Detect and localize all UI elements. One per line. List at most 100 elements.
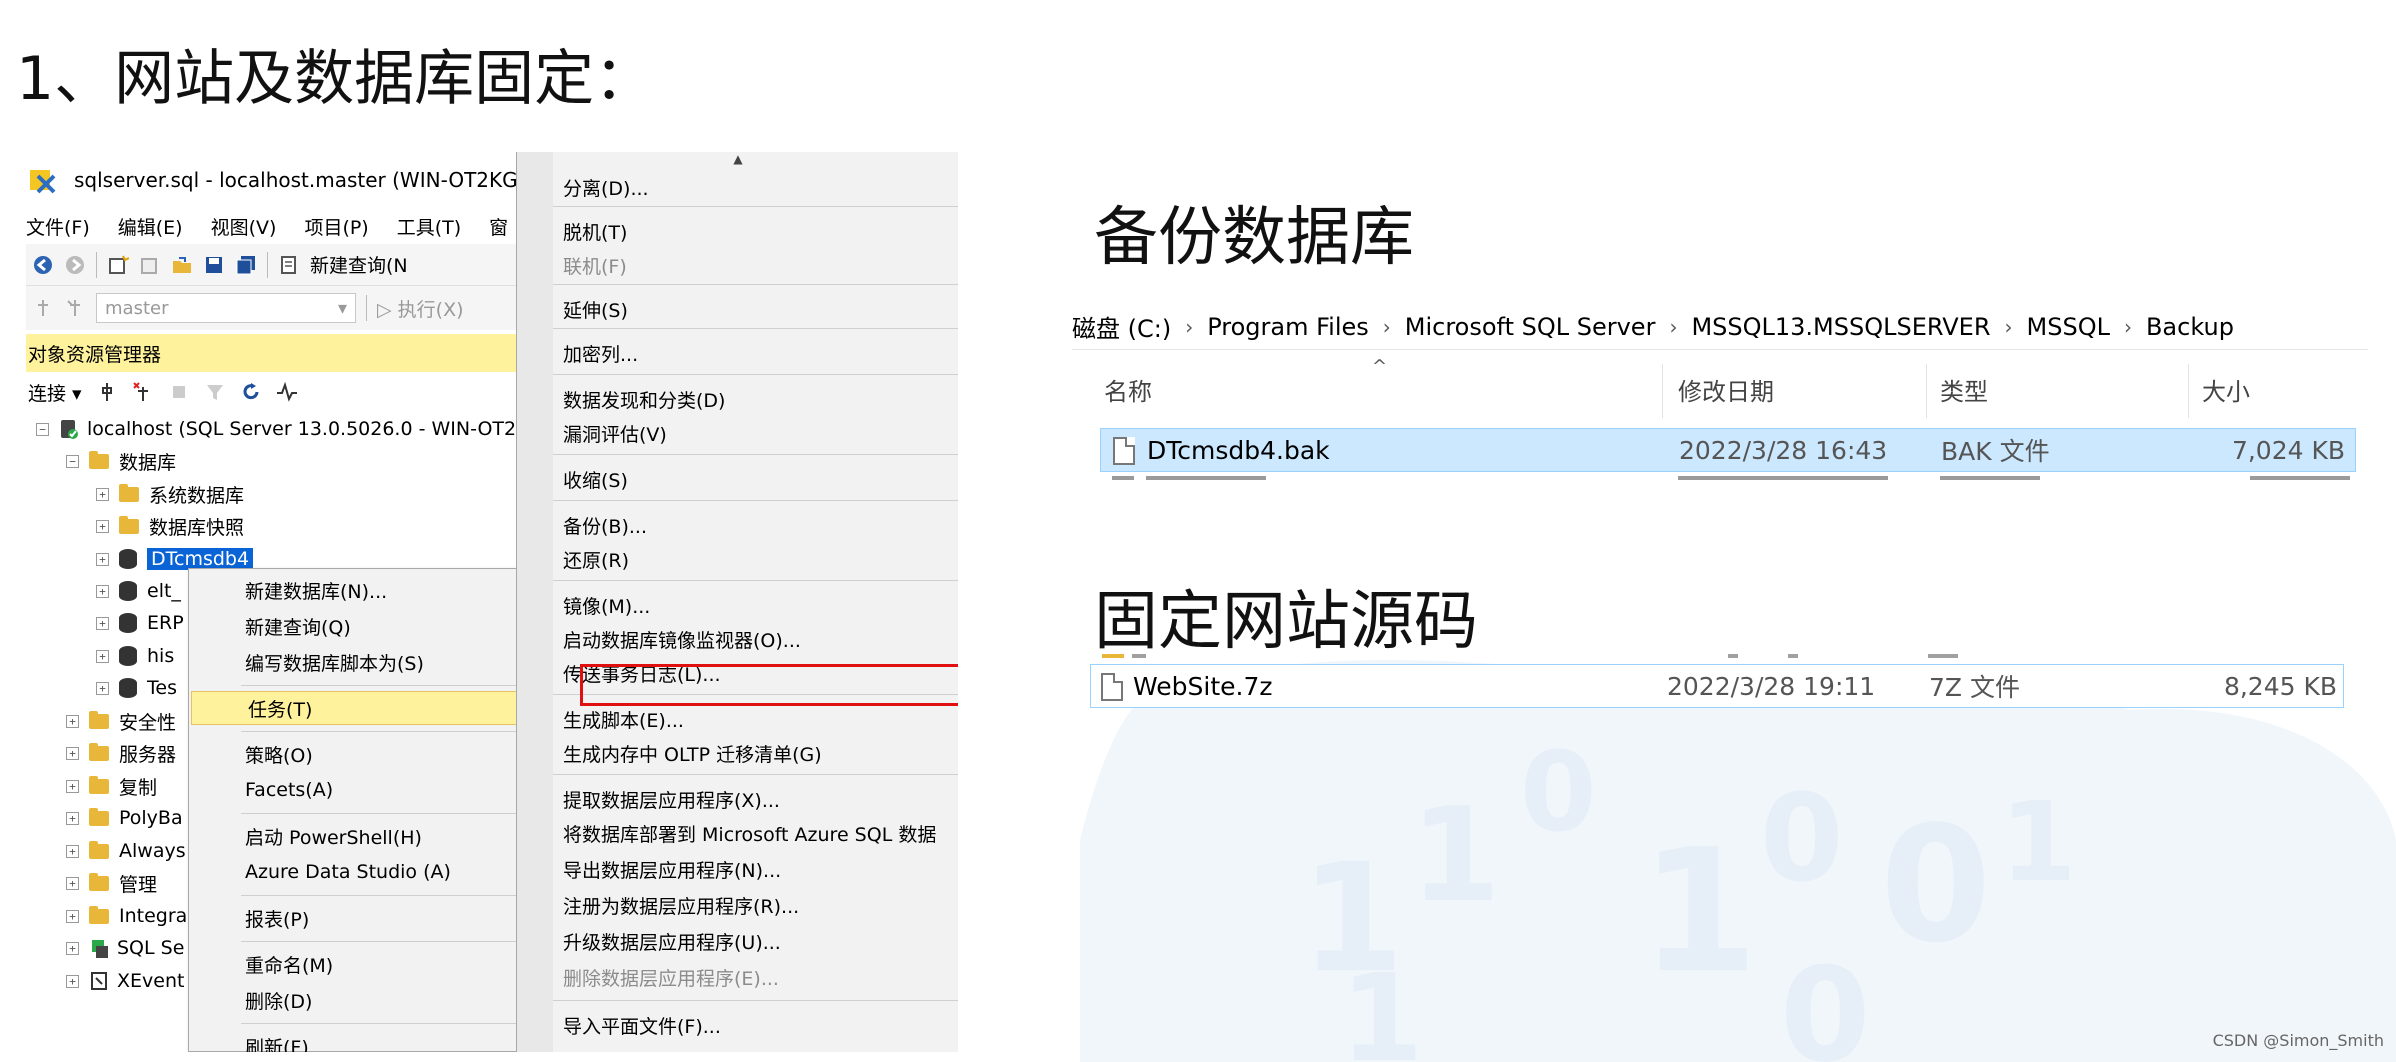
tree-node-polybase[interactable]: + PolyBa: [66, 803, 183, 833]
breadcrumb-item[interactable]: Program Files: [1207, 313, 1369, 341]
collapse-icon[interactable]: −: [36, 422, 49, 436]
expand-icon[interactable]: +: [66, 779, 79, 793]
menu-item-azure-data-studio[interactable]: Azure Data Studio (A)▶: [189, 855, 543, 889]
menu-item-shrink[interactable]: 收缩(S): [553, 462, 958, 496]
menu-item-data-discovery[interactable]: 数据发现和分类(D): [553, 382, 958, 416]
expand-icon[interactable]: +: [66, 844, 79, 858]
save-all-icon[interactable]: [235, 254, 257, 276]
menu-item-refresh[interactable]: 刷新(F): [189, 1029, 543, 1053]
back-icon[interactable]: [32, 254, 54, 276]
tree-node-server-objects[interactable]: + 服务器: [66, 738, 176, 768]
expand-icon[interactable]: +: [96, 681, 109, 695]
tree-node-databases[interactable]: − 数据库: [66, 446, 176, 476]
menu-window[interactable]: 窗: [489, 213, 508, 240]
column-header-size[interactable]: 大小: [2202, 356, 2250, 422]
expand-icon[interactable]: +: [66, 941, 79, 955]
tree-node-db[interactable]: + ERP: [96, 608, 184, 638]
menu-item-export-data-tier[interactable]: 导出数据层应用程序(N)...: [553, 852, 958, 886]
menu-item-encrypt-columns[interactable]: 加密列...: [553, 336, 958, 370]
tree-node-system-databases[interactable]: + 系统数据库: [96, 479, 244, 509]
menu-item-stretch[interactable]: 延伸(S): [553, 292, 958, 326]
expand-icon[interactable]: +: [96, 519, 109, 533]
breadcrumb-item[interactable]: MSSQL13.MSSQLSERVER: [1691, 313, 1990, 341]
expand-icon[interactable]: +: [66, 909, 79, 923]
column-header-date[interactable]: 修改日期: [1678, 356, 1774, 422]
breadcrumb-item[interactable]: Microsoft SQL Server: [1405, 313, 1656, 341]
menu-item-take-offline[interactable]: 脱机(T): [553, 214, 958, 248]
stop-icon[interactable]: [168, 381, 190, 403]
new-project-icon[interactable]: [107, 254, 129, 276]
tree-node-management[interactable]: + 管理: [66, 868, 157, 898]
file-row[interactable]: WebSite.7z 2022/3/28 19:11 7Z 文件 8,245 K…: [1090, 664, 2344, 708]
column-divider[interactable]: [2188, 364, 2189, 418]
column-header-type[interactable]: 类型: [1940, 356, 1988, 422]
menu-item-tasks[interactable]: 任务(T)▶: [191, 691, 541, 725]
add-item-icon[interactable]: [139, 254, 161, 276]
refresh-icon[interactable]: [240, 381, 262, 403]
menu-item-import-flat-file[interactable]: 导入平面文件(F)...: [553, 1008, 958, 1042]
expand-icon[interactable]: +: [66, 746, 79, 760]
menu-file[interactable]: 文件(F): [26, 213, 90, 240]
menu-item-oltp-migration-checklists[interactable]: 生成内存中 OLTP 迁移清单(G): [553, 736, 958, 770]
new-query-button[interactable]: 新建查询(N: [310, 251, 408, 278]
menu-item-upgrade-data-tier[interactable]: 升级数据层应用程序(U)...: [553, 924, 958, 958]
menu-item-restore[interactable]: 还原(R): [553, 542, 958, 576]
menu-item-register-data-tier[interactable]: 注册为数据层应用程序(R)...: [553, 888, 958, 922]
connect-plug-icon[interactable]: [96, 381, 118, 403]
breadcrumb-item[interactable]: MSSQL: [2027, 313, 2110, 341]
menu-item-detach[interactable]: 分离(D)...: [553, 170, 958, 204]
tree-node-security[interactable]: + 安全性: [66, 706, 176, 736]
menu-item-facets[interactable]: Facets(A): [189, 773, 543, 807]
connect-icon[interactable]: [32, 297, 54, 319]
tree-node-db[interactable]: + Tes: [96, 673, 177, 703]
menu-item-script-database-as[interactable]: 编写数据库脚本为(S)▶: [189, 645, 543, 679]
expand-icon[interactable]: +: [96, 649, 109, 663]
menu-item-rename[interactable]: 重命名(M): [189, 947, 543, 981]
breadcrumb-item[interactable]: Backup: [2146, 313, 2234, 341]
menu-item-extract-data-tier[interactable]: 提取数据层应用程序(X)...: [553, 782, 958, 816]
menu-item-mirror[interactable]: 镜像(M)...: [553, 588, 958, 622]
expand-icon[interactable]: +: [96, 616, 109, 630]
column-divider[interactable]: [1926, 364, 1927, 418]
column-divider[interactable]: [1662, 364, 1663, 418]
menu-item-generate-scripts[interactable]: 生成脚本(E)...: [553, 702, 958, 736]
menu-item-new-query[interactable]: 新建查询(Q): [189, 609, 543, 643]
menu-tools[interactable]: 工具(T): [397, 213, 461, 240]
tree-node-sql-agent[interactable]: + SQL Se: [66, 933, 184, 963]
menu-view[interactable]: 视图(V): [211, 213, 277, 240]
open-file-icon[interactable]: [171, 254, 193, 276]
new-query-icon[interactable]: [278, 254, 300, 276]
expand-icon[interactable]: +: [96, 584, 109, 598]
tree-node-xevent[interactable]: + XEvent: [66, 966, 184, 996]
tree-node-server[interactable]: − localhost (SQL Server 13.0.5026.0 - WI…: [36, 414, 516, 444]
tree-node-db[interactable]: + his: [96, 641, 174, 671]
menu-item-backup[interactable]: 备份(B)...: [553, 508, 958, 542]
breadcrumb-item[interactable]: 磁盘 (C:): [1072, 309, 1171, 344]
change-connection-icon[interactable]: [64, 297, 86, 319]
activity-monitor-icon[interactable]: [276, 381, 298, 403]
collapse-icon[interactable]: −: [66, 454, 79, 468]
expand-icon[interactable]: +: [96, 552, 109, 566]
menu-item-new-database[interactable]: 新建数据库(N)...: [189, 573, 543, 607]
tree-node-snapshots[interactable]: + 数据库快照: [96, 511, 244, 541]
connect-dropdown[interactable]: 连接 ▾: [28, 379, 82, 406]
expand-icon[interactable]: +: [66, 714, 79, 728]
menu-item-start-powershell[interactable]: 启动 PowerShell(H): [189, 819, 543, 853]
menu-item-reports[interactable]: 报表(P)▶: [189, 901, 543, 935]
column-header-name[interactable]: 名称: [1104, 356, 1152, 422]
menu-project[interactable]: 项目(P): [304, 213, 368, 240]
disconnect-icon[interactable]: [132, 381, 154, 403]
tree-node-alwayson[interactable]: + Always: [66, 836, 186, 866]
menu-item-policies[interactable]: 策略(O)▶: [189, 737, 543, 771]
execute-button[interactable]: ▷ 执行(X): [377, 295, 464, 322]
menu-edit[interactable]: 编辑(E): [118, 213, 183, 240]
forward-icon[interactable]: [64, 254, 86, 276]
database-selector[interactable]: master ▾: [96, 293, 356, 323]
expand-icon[interactable]: +: [96, 487, 109, 501]
expand-icon[interactable]: +: [66, 974, 79, 988]
menu-item-delete[interactable]: 删除(D): [189, 983, 543, 1017]
tree-node-replication[interactable]: + 复制: [66, 771, 157, 801]
tree-node-db[interactable]: + elt_: [96, 576, 181, 606]
menu-item-vulnerability-assessment[interactable]: 漏洞评估(V): [553, 416, 958, 450]
scroll-up-arrow-icon[interactable]: ▲: [517, 152, 958, 172]
